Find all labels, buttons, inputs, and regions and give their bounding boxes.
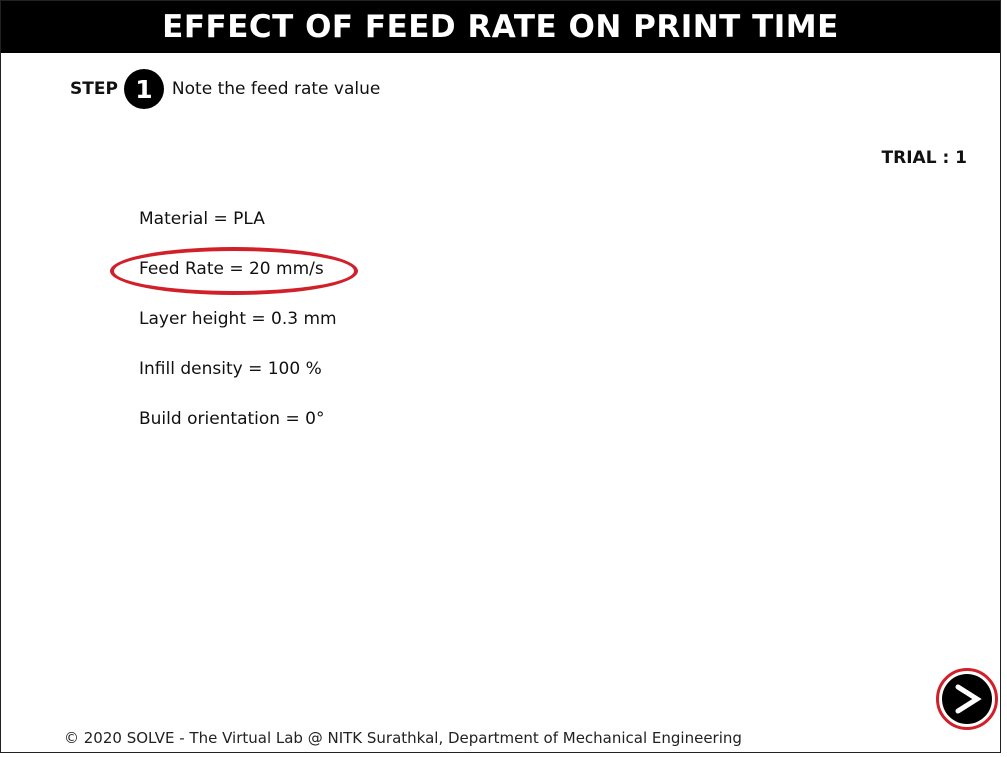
param-material: Material = PLA (139, 209, 265, 229)
param-build-orientation: Build orientation = 0° (139, 409, 325, 429)
step-label: STEP (70, 79, 118, 99)
footer-copyright: © 2020 SOLVE - The Virtual Lab @ NITK Su… (64, 729, 742, 747)
next-button-highlight[interactable] (936, 668, 998, 730)
next-button[interactable] (942, 674, 992, 724)
param-layer-height: Layer height = 0.3 mm (139, 309, 337, 329)
page-title: EFFECT OF FEED RATE ON PRINT TIME (1, 1, 1000, 53)
step-indicator: STEP 1 Note the feed rate value (70, 69, 380, 109)
step-number-badge: 1 (123, 69, 164, 109)
chevron-right-icon (955, 684, 982, 714)
step-instruction: Note the feed rate value (171, 79, 381, 99)
trial-counter: TRIAL : 1 (881, 148, 967, 168)
feed-rate-highlight (110, 247, 358, 295)
param-infill-density: Infill density = 100 % (139, 359, 322, 379)
